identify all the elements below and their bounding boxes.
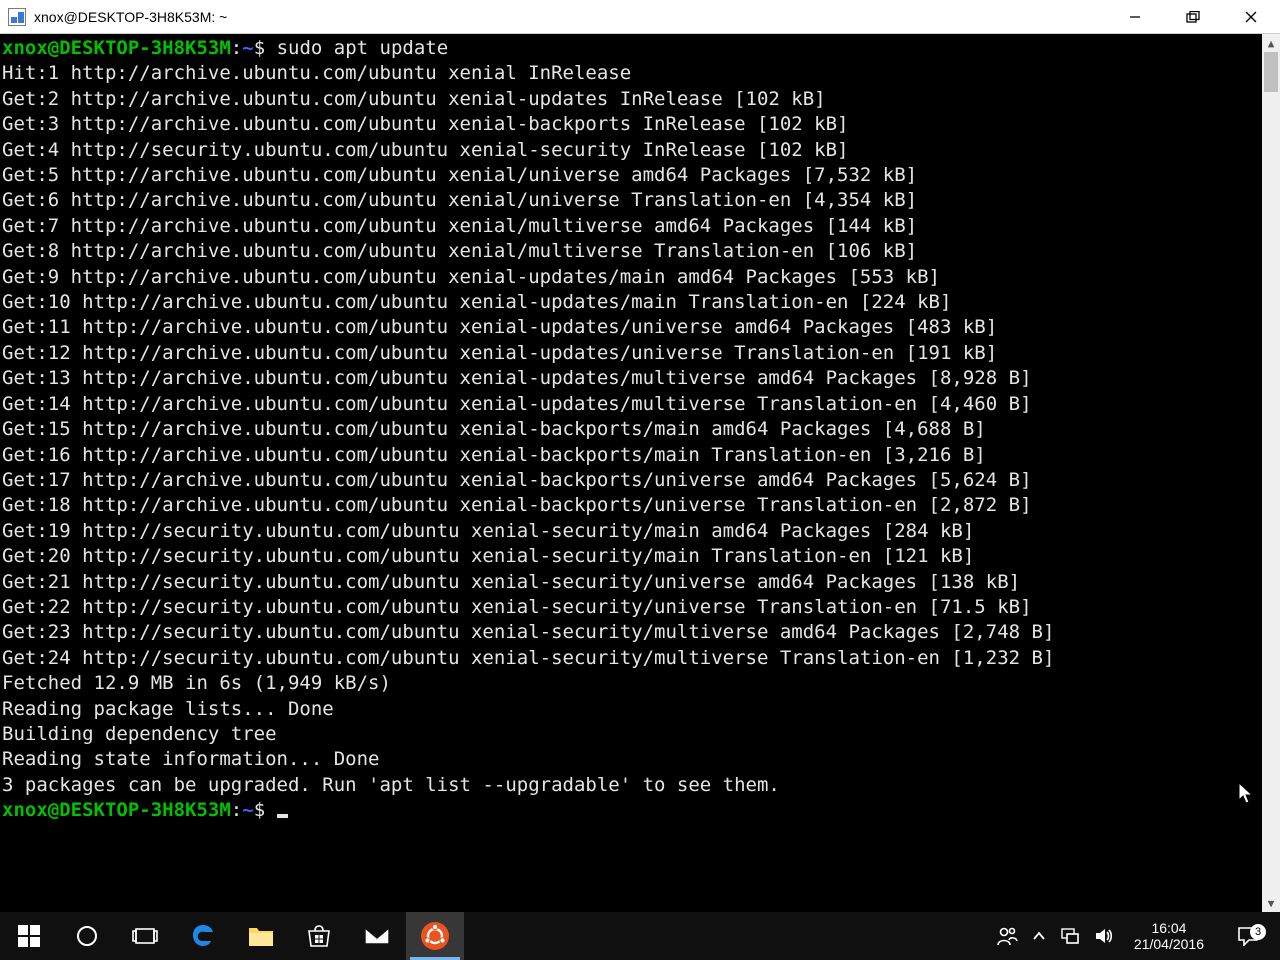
scroll-thumb[interactable]	[1264, 52, 1278, 92]
mail-button[interactable]	[348, 912, 406, 960]
start-button[interactable]	[0, 912, 58, 960]
scroll-track[interactable]	[1262, 52, 1280, 894]
maximize-button[interactable]	[1164, 0, 1222, 33]
store-button[interactable]	[290, 912, 348, 960]
file-explorer-button[interactable]	[232, 912, 290, 960]
network-icon[interactable]	[1060, 927, 1080, 945]
scroll-up-icon[interactable]: ▲	[1262, 34, 1280, 52]
close-button[interactable]	[1222, 0, 1280, 33]
terminal-content[interactable]: xnox@DESKTOP-3H8K53M:~$ sudo apt update …	[0, 34, 1262, 912]
cortana-button[interactable]	[58, 912, 116, 960]
edge-button[interactable]	[174, 912, 232, 960]
ubuntu-button[interactable]	[406, 912, 464, 960]
scroll-down-icon[interactable]: ▼	[1262, 894, 1280, 912]
clock-date: 21/04/2016	[1134, 936, 1204, 952]
terminal-window: xnox@DESKTOP-3H8K53M:~$ sudo apt update …	[0, 34, 1280, 912]
notification-badge: 3	[1250, 924, 1266, 940]
tray-chevron-icon[interactable]	[1032, 931, 1046, 941]
app-icon	[8, 8, 26, 26]
window-controls	[1106, 0, 1280, 33]
clock-time: 16:04	[1134, 920, 1204, 936]
scrollbar[interactable]: ▲ ▼	[1262, 34, 1280, 912]
task-view-button[interactable]	[116, 912, 174, 960]
window-title: xnox@DESKTOP-3H8K53M: ~	[34, 9, 227, 25]
clock[interactable]: 16:04 21/04/2016	[1128, 920, 1210, 952]
system-tray: 16:04 21/04/2016 3	[996, 920, 1280, 952]
volume-icon[interactable]	[1094, 927, 1114, 945]
window-titlebar: xnox@DESKTOP-3H8K53M: ~	[0, 0, 1280, 34]
taskbar: 16:04 21/04/2016 3	[0, 912, 1280, 960]
action-center-button[interactable]: 3	[1224, 926, 1272, 946]
people-icon[interactable]	[996, 926, 1018, 946]
minimize-button[interactable]	[1106, 0, 1164, 33]
